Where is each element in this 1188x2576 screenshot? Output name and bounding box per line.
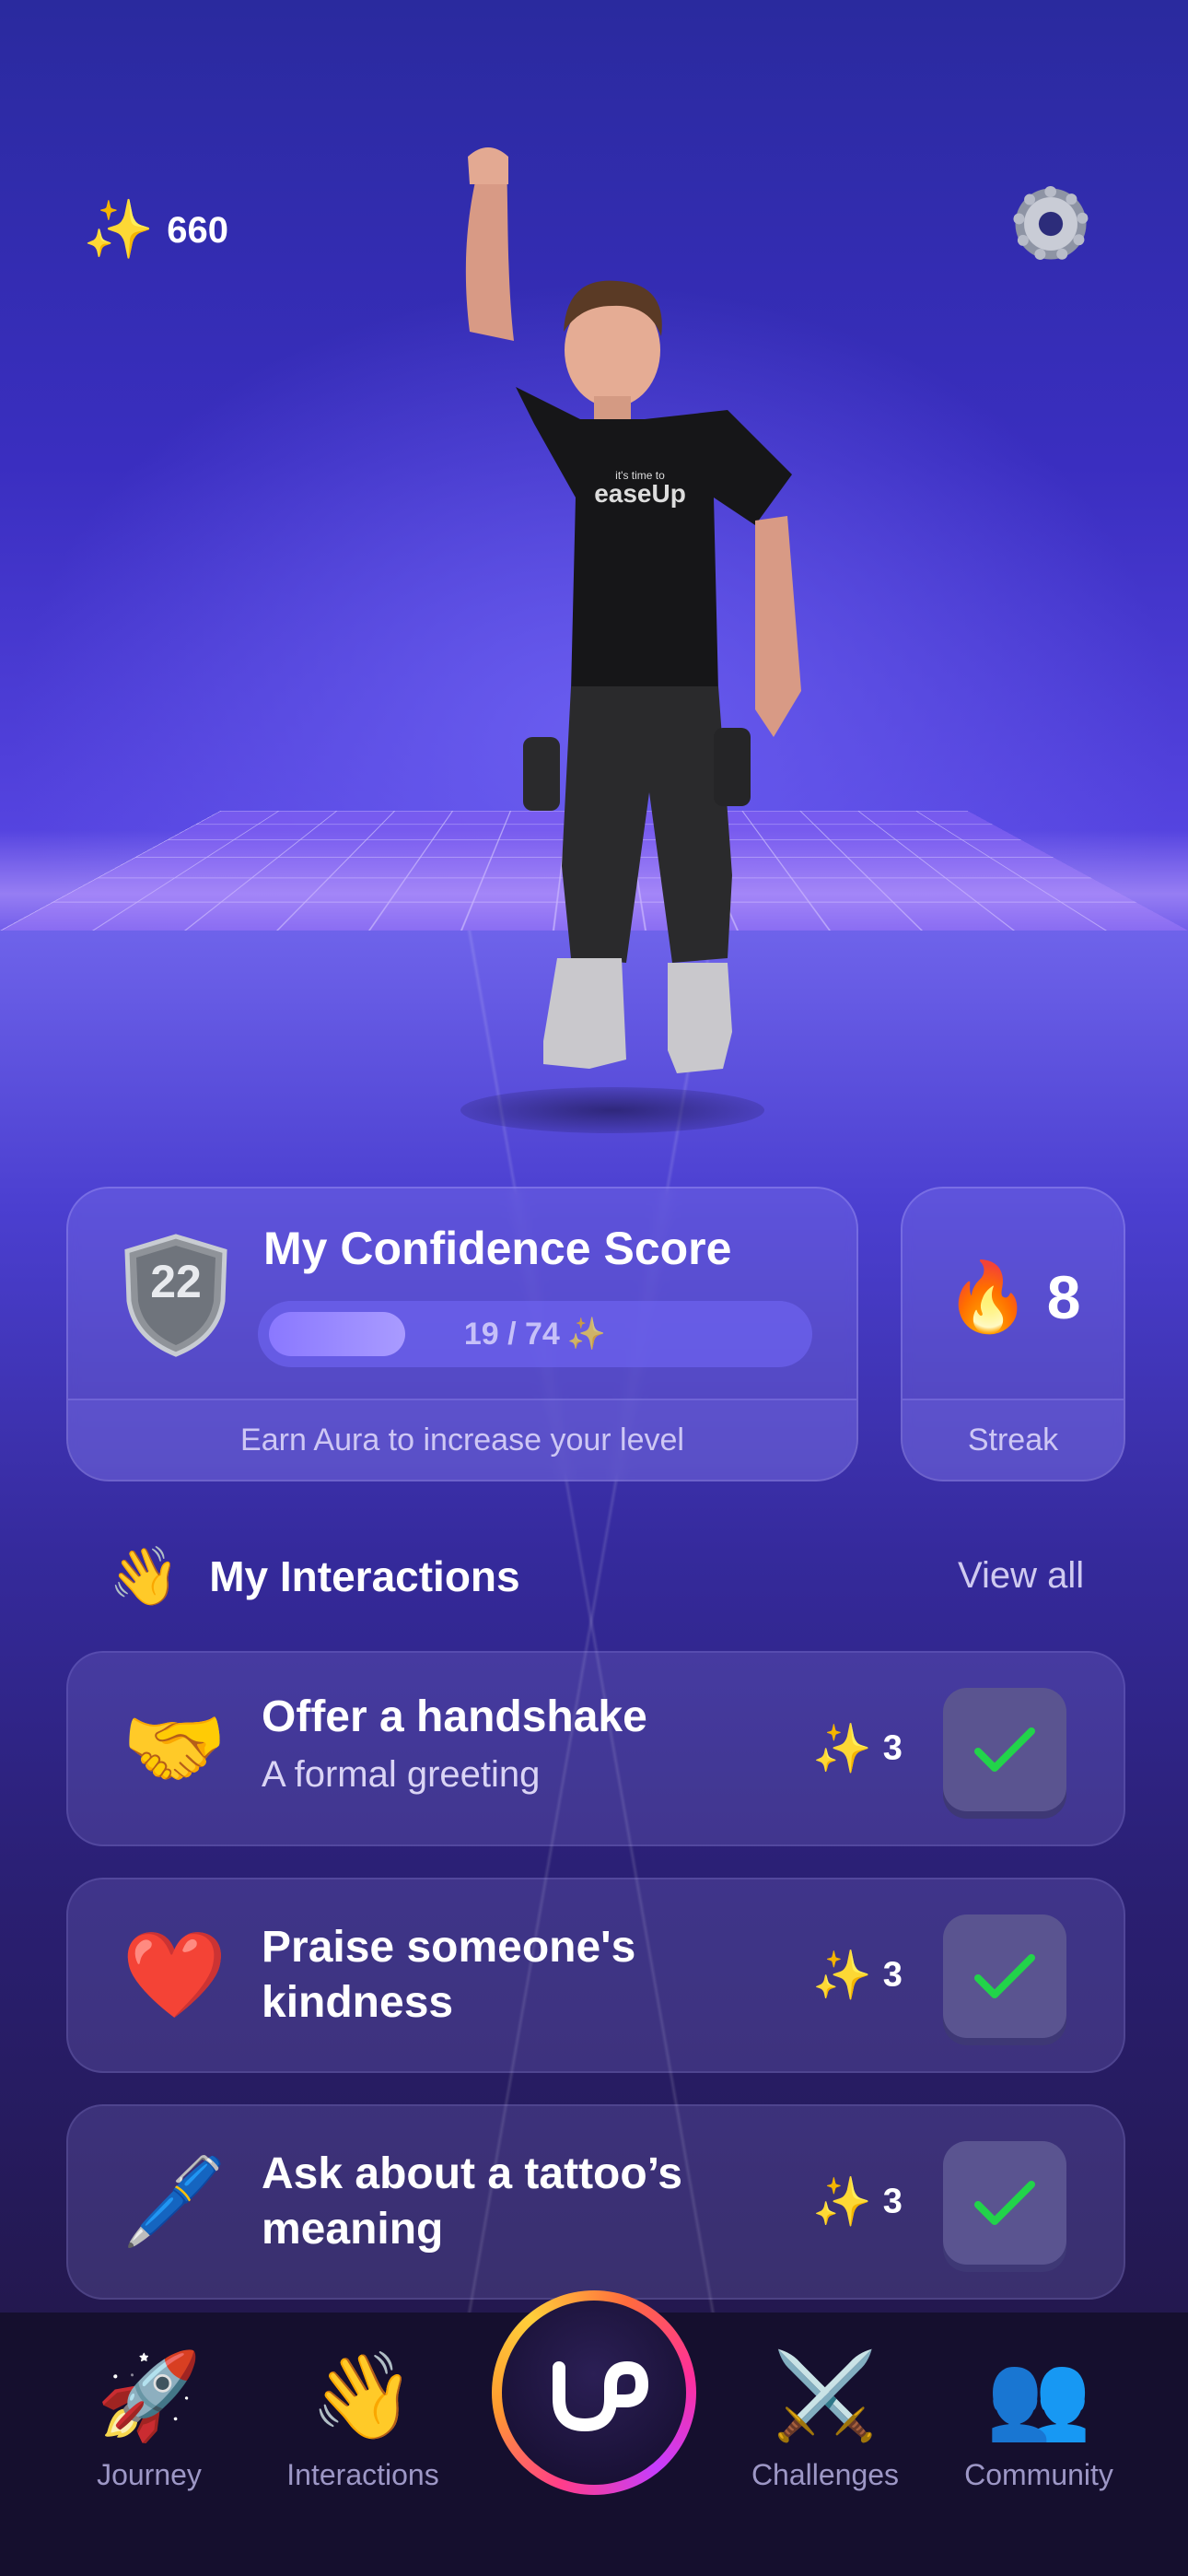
sparkles-icon: ✨ (566, 1317, 607, 1352)
aura-count: 660 (167, 209, 228, 251)
sparkles-icon: ✨ (812, 1949, 872, 2003)
confidence-progress-bar: 19 / 74 ✨ (258, 1301, 812, 1367)
level-number: 22 (150, 1256, 202, 1307)
interaction-subtitle: A formal greeting (262, 1754, 541, 1795)
heart-icon: ❤️ (122, 1928, 227, 2022)
nav-label: Community (964, 2458, 1113, 2491)
confidence-title: My Confidence Score (263, 1223, 732, 1274)
waving-hand-icon: 👋 (109, 1544, 181, 1609)
nav-label: Interactions (286, 2458, 439, 2491)
easeup-logo-icon (553, 2361, 648, 2431)
fire-icon: 🔥 (945, 1259, 1031, 1335)
gear-icon[interactable] (1009, 182, 1092, 265)
confidence-hint: Earn Aura to increase your level (68, 1399, 856, 1480)
progress-text: 19 / 74 (463, 1316, 560, 1352)
crossed-swords-icon: ⚔️ (772, 2349, 879, 2443)
nav-item-challenges[interactable]: ⚔️ Challenges (724, 2346, 926, 2492)
nav-item-community[interactable]: 👥 Community (938, 2346, 1140, 2492)
nav-label: Challenges (751, 2458, 900, 2491)
interaction-title-line2: kindness (262, 1978, 454, 2027)
rocket-icon: 🚀 (96, 2349, 203, 2443)
interaction-points: ✨ 3 (812, 1949, 903, 2003)
interaction-points: ✨ 3 (812, 1722, 903, 1776)
nav-item-interactions[interactable]: 👋 Interactions (262, 2346, 464, 2492)
svg-text:easeUp: easeUp (594, 479, 686, 508)
interaction-item-praise[interactable]: ❤️ Praise someone's kindness ✨ 3 (66, 1878, 1125, 2073)
streak-label: Streak (903, 1399, 1124, 1480)
interaction-title: Offer a handshake (262, 1692, 647, 1741)
nav-label: Journey (97, 2458, 202, 2491)
confidence-score-card[interactable]: 22 My Confidence Score 19 / 74 ✨ Earn Au… (66, 1187, 858, 1481)
interaction-title-line2: meaning (262, 2205, 444, 2254)
people-icon: 👥 (985, 2349, 1092, 2443)
complete-check-button[interactable] (943, 1914, 1066, 2038)
interaction-title-line1: Ask about a tattoo’s (262, 2149, 682, 2198)
pen-icon: 🖊️ (122, 2155, 227, 2249)
complete-check-button[interactable] (943, 1688, 1066, 1811)
streak-value: 8 (1046, 1263, 1081, 1331)
nav-item-journey[interactable]: 🚀 Journey (48, 2346, 250, 2492)
sparkles-icon: ✨ (812, 2175, 872, 2230)
handshake-icon: 🤝 (122, 1702, 227, 1796)
sparkles-icon: ✨ (83, 198, 155, 262)
aura-counter[interactable]: ✨ 660 (83, 184, 228, 276)
interaction-title-line1: Praise someone's (262, 1923, 636, 1972)
interaction-item-handshake[interactable]: 🤝 Offer a handshake A formal greeting ✨ … (66, 1651, 1125, 1846)
interaction-points: ✨ 3 (812, 2175, 903, 2230)
waving-hand-icon: 👋 (309, 2349, 416, 2443)
check-icon (974, 2181, 1035, 2225)
streak-card[interactable]: 🔥 8 Streak (901, 1187, 1125, 1481)
check-icon (974, 1727, 1035, 1772)
avatar[interactable]: it's time to easeUp (405, 147, 810, 1142)
easeup-center-button[interactable] (492, 2290, 696, 2495)
view-all-link[interactable]: View all (958, 1555, 1084, 1597)
complete-check-button[interactable] (943, 2141, 1066, 2265)
interaction-item-tattoo[interactable]: 🖊️ Ask about a tattoo’s meaning ✨ 3 (66, 2104, 1125, 2300)
interactions-header: 👋 My Interactions (109, 1535, 520, 1618)
sparkles-icon: ✨ (812, 1722, 872, 1776)
interactions-title: My Interactions (209, 1552, 520, 1600)
check-icon (974, 1954, 1035, 1998)
